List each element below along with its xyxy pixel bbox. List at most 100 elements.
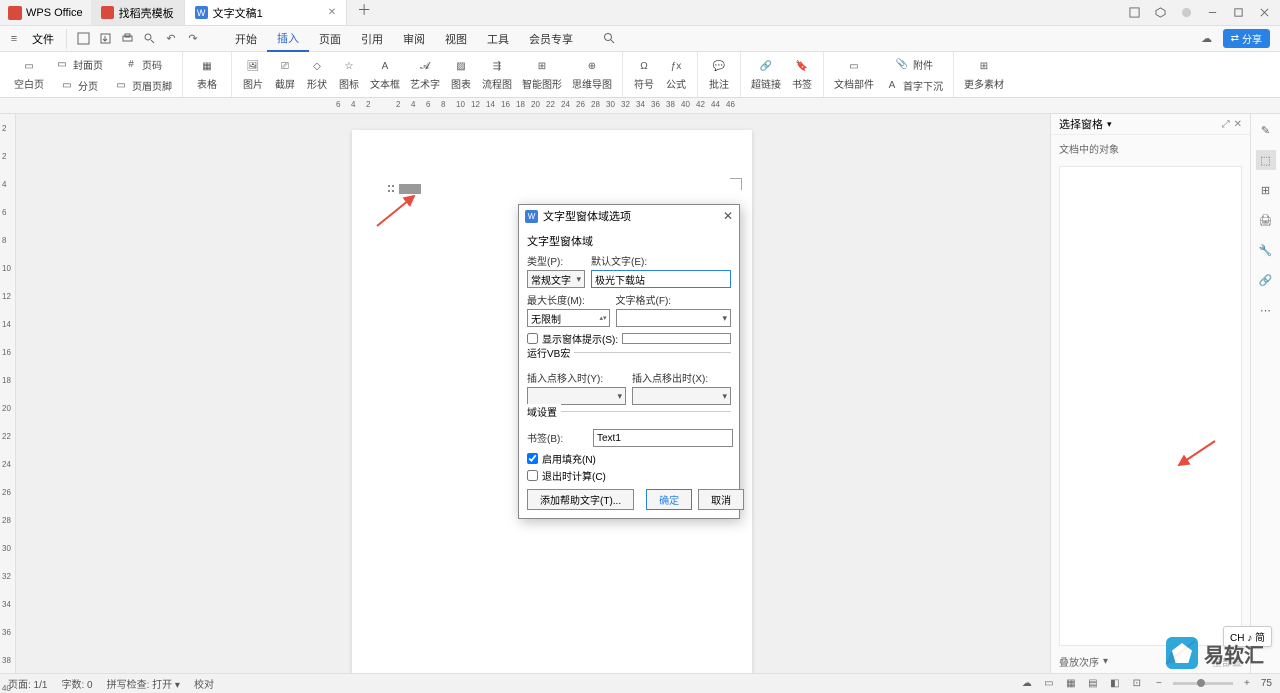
sb-view4-icon[interactable]: ◧ <box>1107 676 1123 692</box>
zoom-value[interactable]: 75 <box>1261 678 1272 689</box>
close-panel-icon[interactable]: ✕ <box>1234 119 1242 130</box>
rb-textbox[interactable]: A文本框 <box>366 56 404 93</box>
win-mode-icon[interactable] <box>1122 3 1146 23</box>
tool-more-icon[interactable]: ⋯ <box>1256 300 1276 320</box>
tool-pencil-icon[interactable]: ✎ <box>1256 120 1276 140</box>
rb-more[interactable]: ⊞更多素材 <box>960 56 1008 93</box>
tool-wrench-icon[interactable]: 🔧 <box>1256 240 1276 260</box>
sb-proof[interactable]: 校对 <box>194 676 214 691</box>
rb-cover[interactable]: ▭封面页 <box>50 54 107 74</box>
sb-cloud-icon[interactable]: ☁ <box>1019 676 1035 692</box>
menu-tab-review[interactable]: 审阅 <box>393 26 435 52</box>
ruler-vertical[interactable]: 2246810121416182022242628303234363840 <box>0 114 16 673</box>
dialog-close-icon[interactable]: ✕ <box>723 209 733 223</box>
close-icon[interactable]: ✕ <box>328 7 336 18</box>
tool-printer-icon[interactable]: 🖨 <box>1256 210 1276 230</box>
rb-comment[interactable]: 💬批注 <box>704 56 734 93</box>
search-icon[interactable] <box>599 29 619 49</box>
file-menu[interactable]: 文件 <box>26 31 60 47</box>
rb-attach[interactable]: 📎附件 <box>880 54 947 74</box>
rb-equation[interactable]: ƒx公式 <box>661 56 691 93</box>
rb-docparts[interactable]: ▭文档部件 <box>830 56 878 93</box>
redo-icon[interactable]: ↷ <box>183 29 203 49</box>
sb-fit-icon[interactable]: ⊡ <box>1129 676 1145 692</box>
rb-shape[interactable]: ◇形状 <box>302 56 332 93</box>
menu-tab-page[interactable]: 页面 <box>309 26 351 52</box>
rb-blankpage[interactable]: ▭空白页 <box>10 56 48 93</box>
format-select[interactable] <box>616 309 732 327</box>
rb-headerfooter[interactable]: ▭页眉页脚 <box>109 75 176 95</box>
tab-doc1[interactable]: W 文字文稿1 ✕ <box>185 0 348 25</box>
ok-button[interactable]: 确定 <box>646 489 692 510</box>
tool-props-icon[interactable]: ⊞ <box>1256 180 1276 200</box>
menu-tab-start[interactable]: 开始 <box>225 26 267 52</box>
exit-calc-checkbox[interactable] <box>527 470 538 481</box>
maxlen-spinner[interactable]: 无限制 <box>527 309 610 327</box>
share-button[interactable]: ⇄分享 <box>1223 29 1270 48</box>
cloud-icon[interactable]: ☁ <box>1197 29 1217 49</box>
rb-mindmap[interactable]: ⊕思维导图 <box>568 56 616 93</box>
preview-icon[interactable] <box>139 29 159 49</box>
show-prompt-checkbox[interactable] <box>527 333 538 344</box>
export-icon[interactable] <box>95 29 115 49</box>
prompt-input[interactable] <box>622 333 731 344</box>
object-list[interactable] <box>1059 166 1242 646</box>
rb-bookmark[interactable]: 🔖书签 <box>787 56 817 93</box>
close-button[interactable] <box>1252 3 1276 23</box>
rb-image[interactable]: 🖼图片 <box>238 56 268 93</box>
zoom-slider[interactable] <box>1173 682 1233 685</box>
sb-spell[interactable]: 拼写检查: 打开 ▾ <box>107 676 180 691</box>
win-avatar-icon[interactable] <box>1174 3 1198 23</box>
default-text-input[interactable] <box>591 270 731 288</box>
zoom-in-icon[interactable]: + <box>1239 676 1255 692</box>
rb-screenshot[interactable]: ⎚截屏 <box>270 56 300 93</box>
rb-wordart[interactable]: 𝓐艺术字 <box>406 56 444 93</box>
rb-icon[interactable]: ☆图标 <box>334 56 364 93</box>
rb-dropcap[interactable]: A首字下沉 <box>880 75 947 95</box>
ruler-horizontal[interactable]: 6422468101214161820222426283032343638404… <box>0 98 1280 114</box>
enable-fill-checkbox[interactable] <box>527 453 538 464</box>
rb-pgnum[interactable]: #页码 <box>109 54 176 74</box>
minimize-button[interactable] <box>1200 3 1224 23</box>
undo-icon[interactable]: ↶ <box>161 29 181 49</box>
tab-template[interactable]: 找稻壳模板 <box>91 0 185 25</box>
macro-out-select[interactable] <box>632 387 731 405</box>
cancel-button[interactable]: 取消 <box>698 489 744 510</box>
tool-link-icon[interactable]: 🔗 <box>1256 270 1276 290</box>
form-field-handle[interactable] <box>388 184 421 194</box>
hamburger-icon[interactable]: ≡ <box>4 29 24 49</box>
chevron-down-icon[interactable]: ▾ <box>1107 119 1112 130</box>
menu-tab-ref[interactable]: 引用 <box>351 26 393 52</box>
rb-table[interactable]: ▦表格 <box>189 56 225 93</box>
menu-tab-member[interactable]: 会员专享 <box>519 26 583 52</box>
win-cube-icon[interactable] <box>1148 3 1172 23</box>
rb-chart[interactable]: ▨图表 <box>446 56 476 93</box>
sb-view2-icon[interactable]: ▦ <box>1063 676 1079 692</box>
pin-icon[interactable]: ⤢ <box>1222 119 1230 130</box>
menu-tab-view[interactable]: 视图 <box>435 26 477 52</box>
rb-smart[interactable]: ⊞智能图形 <box>518 56 566 93</box>
form-field-box[interactable] <box>399 184 421 194</box>
new-tab-button[interactable]: ＋ <box>347 0 381 25</box>
chevron-down-icon[interactable]: ▾ <box>1103 656 1108 667</box>
menu-tab-tools[interactable]: 工具 <box>477 26 519 52</box>
sb-view1-icon[interactable]: ▭ <box>1041 676 1057 692</box>
save-icon[interactable] <box>73 29 93 49</box>
bookmark-input[interactable] <box>593 429 733 447</box>
help-text-button[interactable]: 添加帮助文字(T)... <box>527 489 634 510</box>
dialog-titlebar[interactable]: W 文字型窗体域选项 ✕ <box>519 205 739 227</box>
sb-page[interactable]: 页面: 1/1 <box>8 676 47 691</box>
rb-hyperlink[interactable]: 🔗超链接 <box>747 56 785 93</box>
type-select[interactable]: 常规文字 <box>527 270 585 288</box>
rb-symbol[interactable]: Ω符号 <box>629 56 659 93</box>
tool-select-icon[interactable]: ⬚ <box>1256 150 1276 170</box>
print-icon[interactable] <box>117 29 137 49</box>
menu-tab-insert[interactable]: 插入 <box>267 26 309 52</box>
sb-words[interactable]: 字数: 0 <box>61 676 92 691</box>
zoom-out-icon[interactable]: − <box>1151 676 1167 692</box>
macro-in-select[interactable] <box>527 387 626 405</box>
rb-break[interactable]: ▭分页 <box>50 75 107 95</box>
rb-flow[interactable]: ⇶流程图 <box>478 56 516 93</box>
maximize-button[interactable] <box>1226 3 1250 23</box>
sb-view3-icon[interactable]: ▤ <box>1085 676 1101 692</box>
